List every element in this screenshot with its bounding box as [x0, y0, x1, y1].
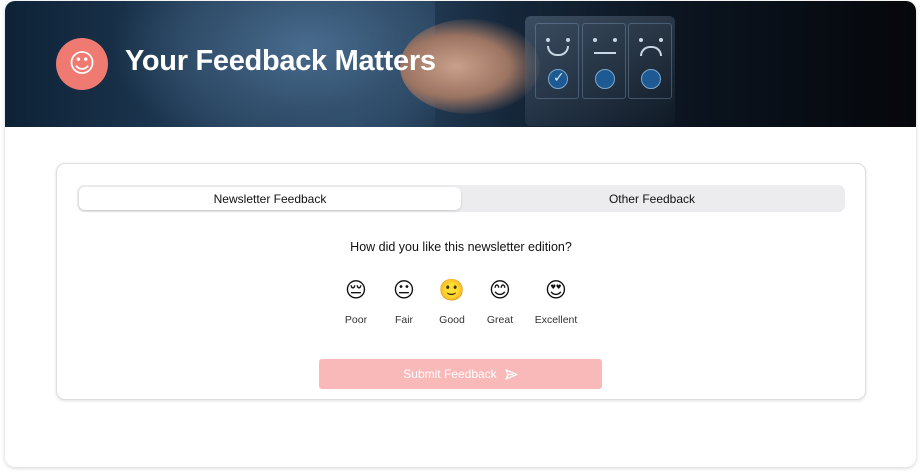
feedback-page: ☺ Your Feedback Matters Newsletter Feedb… [5, 1, 916, 467]
smiling-face-icon: 😊 [489, 278, 511, 302]
rating-options: 😔 Poor 😐 Fair 🙂 Good 😊 Great 😍 Excellent [57, 276, 865, 326]
submit-feedback-button[interactable]: Submit Feedback [319, 359, 602, 389]
hero-happy-face-graphic [535, 23, 579, 99]
hero-neutral-face-graphic [582, 23, 626, 99]
feedback-question: How did you like this newsletter edition… [350, 240, 572, 254]
tab-newsletter-feedback[interactable]: Newsletter Feedback [79, 187, 461, 210]
heart-eyes-icon: 😍 [545, 278, 567, 302]
smiley-icon: ☺ [56, 38, 108, 90]
rating-great[interactable]: 😊 Great [470, 276, 530, 326]
feedback-card: Newsletter Feedback Other Feedback How d… [56, 163, 866, 400]
page-title: Your Feedback Matters [125, 45, 436, 77]
rating-label: Excellent [534, 314, 578, 326]
hero-sad-face-graphic [628, 23, 672, 99]
rating-excellent[interactable]: 😍 Excellent [526, 276, 586, 326]
submit-button-label: Submit Feedback [403, 367, 497, 381]
rating-label: Great [486, 314, 514, 326]
tab-other-feedback[interactable]: Other Feedback [461, 187, 843, 210]
hero-banner: ☺ Your Feedback Matters [5, 1, 916, 127]
feedback-tabs: Newsletter Feedback Other Feedback [77, 185, 845, 212]
send-icon [505, 368, 518, 380]
